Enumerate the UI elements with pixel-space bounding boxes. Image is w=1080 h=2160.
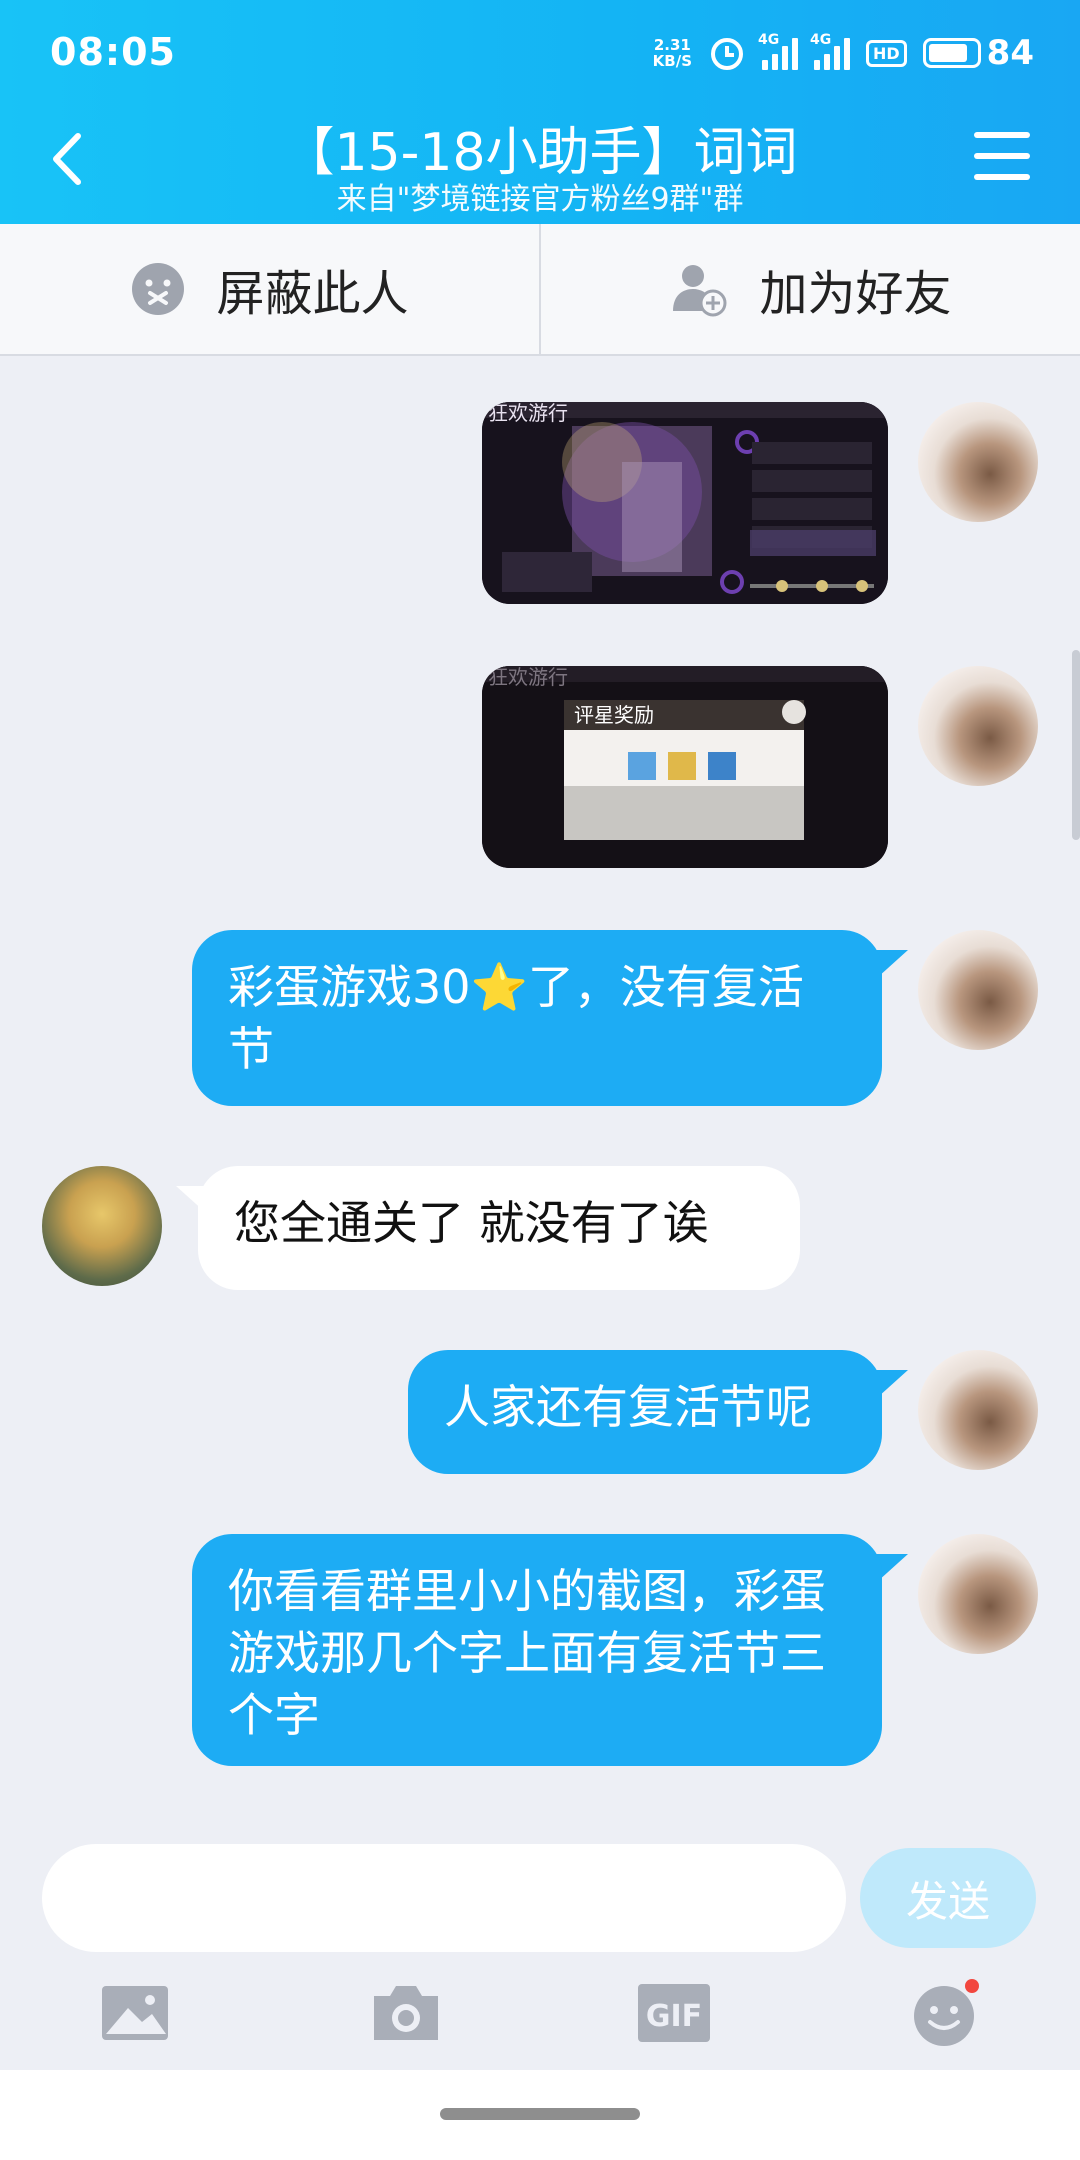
status-icons: 2.31 KB/S 4G 4G HD 84 (653, 28, 1034, 78)
contact-avatar[interactable] (42, 1166, 162, 1286)
my-message-bubble[interactable]: 人家还有复活节呢 (408, 1350, 882, 1474)
add-friend-label: 加为好友 (759, 266, 952, 322)
input-area: 发送 GIF (0, 1822, 1080, 2070)
menu-icon (974, 132, 1030, 138)
image-message[interactable]: 狂欢游行 (482, 402, 888, 604)
my-avatar[interactable] (918, 666, 1038, 786)
svg-text:狂欢游行: 狂欢游行 (488, 402, 568, 425)
block-user-label: 屏蔽此人 (216, 266, 409, 322)
chat-subtitle: 来自"梦境链接官方粉丝9群"群 (336, 182, 744, 217)
star-emoji: ⭐ (470, 960, 528, 1014)
image-icon (102, 1986, 168, 2040)
chat-header: 08:05 2.31 KB/S 4G 4G HD 84 【15-18小助手】词词… (0, 0, 1080, 224)
camera-icon (374, 1986, 438, 2040)
menu-button[interactable] (974, 132, 1030, 180)
my-message-bubble[interactable]: 彩蛋游戏30⭐了，没有复活节 (192, 930, 882, 1106)
image-message[interactable]: 狂欢游行 评星奖励 (482, 666, 888, 868)
svg-text:狂欢游行: 狂欢游行 (488, 666, 568, 689)
net-speed: 2.31 KB/S (652, 36, 692, 70)
notification-dot (965, 1979, 979, 1993)
block-icon (132, 263, 185, 315)
add-friend-button[interactable]: 加为好友 (539, 224, 1080, 354)
add-friend-icon (673, 265, 727, 317)
my-avatar[interactable] (918, 402, 1038, 522)
my-avatar[interactable] (918, 930, 1038, 1050)
message-input[interactable] (42, 1844, 846, 1952)
signal-4g-icon: 4G (810, 32, 850, 70)
send-button[interactable]: 发送 (860, 1848, 1036, 1948)
hd-voice-icon: HD (866, 39, 907, 67)
gif-icon: GIF (638, 1984, 710, 2042)
home-gesture-bar[interactable] (440, 2108, 640, 2120)
stranger-action-bar: 屏蔽此人 加为好友 (0, 224, 1080, 356)
scrollbar[interactable] (1072, 650, 1080, 840)
photo-button[interactable] (96, 1978, 176, 2048)
status-time: 08:05 (50, 30, 176, 74)
game-screenshot-image: 狂欢游行 (482, 402, 888, 604)
my-avatar[interactable] (918, 1350, 1038, 1470)
gif-button[interactable]: GIF (634, 1978, 714, 2048)
svg-text:评星奖励: 评星奖励 (574, 703, 654, 727)
reward-screenshot-image: 狂欢游行 评星奖励 (482, 666, 888, 868)
block-user-button[interactable]: 屏蔽此人 (0, 224, 539, 354)
battery-level: 84 (986, 33, 1034, 73)
contact-message-bubble[interactable]: 您全通关了 就没有了诶 (198, 1166, 800, 1290)
alarm-icon (711, 38, 743, 70)
signal-4g-icon: 4G (758, 32, 798, 70)
my-avatar[interactable] (918, 1534, 1038, 1654)
my-message-bubble[interactable]: 你看看群里小小的截图，彩蛋游戏那几个字上面有复活节三个字 (192, 1534, 882, 1766)
system-nav-bar (0, 2070, 1080, 2160)
battery-icon: 84 (922, 33, 1034, 73)
status-bar: 08:05 2.31 KB/S 4G 4G HD 84 (0, 0, 1080, 108)
camera-button[interactable] (366, 1978, 446, 2048)
svg-text:GIF: GIF (646, 1999, 702, 2034)
smiley-icon (914, 1979, 979, 2046)
emoji-button[interactable] (906, 1978, 986, 2048)
